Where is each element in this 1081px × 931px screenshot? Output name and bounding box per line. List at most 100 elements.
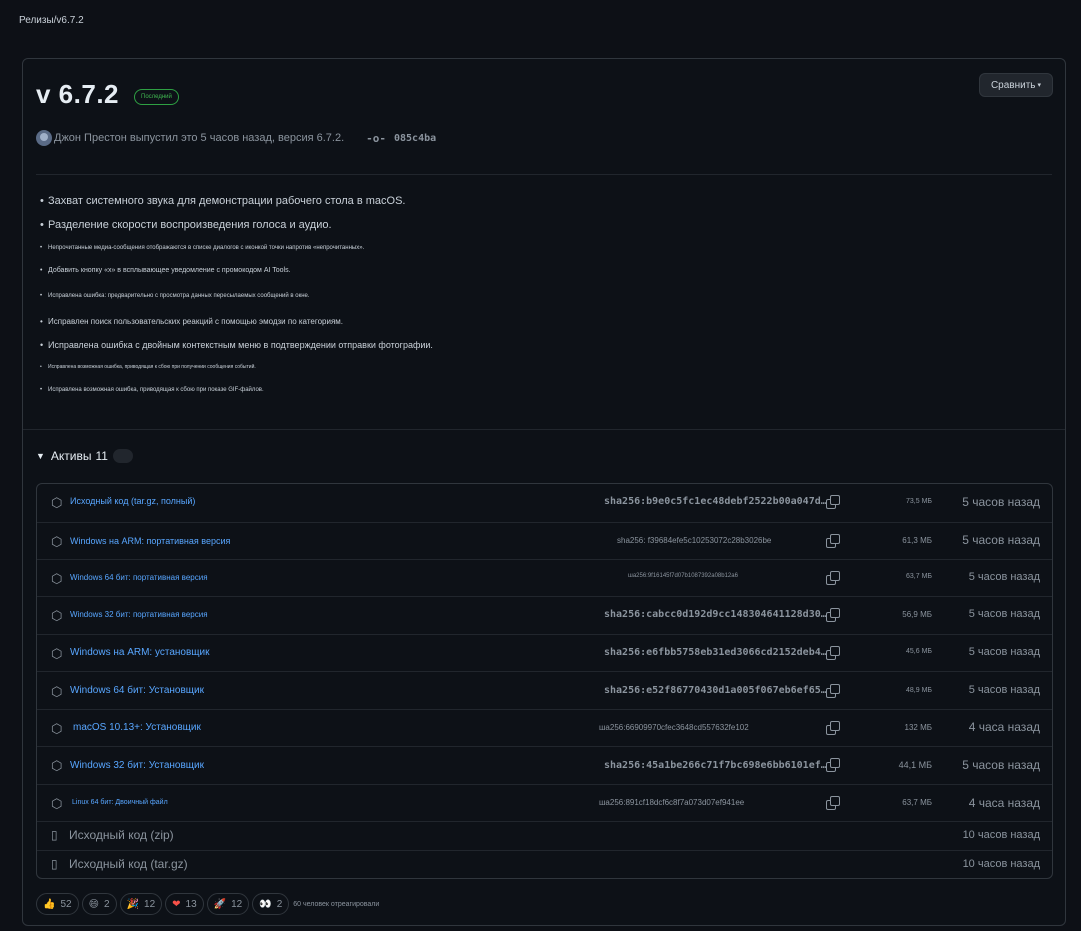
- commit-link[interactable]: -o- 085c4ba: [366, 132, 436, 145]
- asset-time: 5 часов назад: [968, 684, 1040, 696]
- copy-icon[interactable]: [826, 495, 840, 509]
- package-icon: ⬡: [51, 571, 63, 586]
- release-card: Сравнить ▾ v 6.7.2 Последний Джон Престо…: [22, 58, 1066, 926]
- asset-size: 63,7 МБ: [906, 573, 932, 580]
- asset-size: 44,1 МБ: [898, 760, 932, 770]
- compare-button[interactable]: Сравнить ▾: [979, 73, 1053, 97]
- asset-time: 10 часов назад: [962, 858, 1040, 870]
- latest-badge: Последний: [134, 89, 179, 105]
- asset-size: 132 МБ: [904, 723, 932, 732]
- zip-icon: ▯: [51, 857, 58, 871]
- asset-link[interactable]: Исходный код (tar.gz, полный): [70, 496, 195, 506]
- asset-time: 4 часа назад: [968, 796, 1040, 810]
- reaction-count: 52: [60, 898, 72, 910]
- asset-link[interactable]: Исходный код (zip): [69, 828, 174, 842]
- avatar[interactable]: [36, 130, 52, 146]
- asset-time: 5 часов назад: [962, 758, 1040, 772]
- copy-icon[interactable]: [826, 571, 840, 585]
- copy-icon[interactable]: [826, 758, 840, 772]
- asset-time: 4 часа назад: [968, 720, 1040, 734]
- laugh-icon: 😄: [88, 898, 100, 910]
- heart-icon: ❤: [172, 898, 181, 910]
- asset-row: ▯ Исходный код (zip) 10 часов назад: [37, 821, 1052, 850]
- reaction-count: 12: [231, 898, 243, 910]
- reactions-summary: 60 человек отреагировали: [293, 900, 380, 908]
- copy-icon[interactable]: [826, 721, 840, 735]
- package-icon: ⬡: [51, 495, 63, 510]
- tada-icon: 🎉: [126, 898, 140, 910]
- note-item: Разделение скорости воспроизведения голо…: [40, 219, 332, 231]
- reaction-laugh[interactable]: 😄 2: [81, 893, 117, 915]
- asset-size: 63,7 МБ: [902, 798, 932, 807]
- reaction-heart[interactable]: ❤ 13: [165, 893, 204, 915]
- package-icon: ⬡: [51, 758, 63, 773]
- asset-link[interactable]: macOS 10.13+: Установщик: [73, 722, 201, 733]
- asset-row: ⬡ Windows 32 бит: портативная версия sha…: [37, 596, 1052, 634]
- asset-sha: sha256:e6fbb5758eb31ed3066cd2152deb4…: [604, 647, 827, 658]
- package-icon: ⬡: [51, 684, 63, 699]
- asset-time: 5 часов назад: [968, 571, 1040, 583]
- asset-sha: ша256:891cf18dcf6c8f7a073d07ef941ee: [599, 798, 745, 807]
- chevron-down-icon: ▾: [1037, 82, 1042, 89]
- compare-label: Сравнить: [990, 79, 1036, 91]
- reaction-thumbs-up[interactable]: 👍 52: [36, 893, 79, 915]
- reactions-bar: 👍 52 😄 2 🎉 12 ❤ 13 🚀 12 👀 2 60 человек о…: [36, 893, 379, 915]
- asset-sha: sha256:45a1be266c71f7bc698e6bb6101ef…: [604, 760, 827, 771]
- asset-link[interactable]: Windows 64 бит: Установщик: [70, 685, 204, 696]
- package-icon: ⬡: [51, 721, 63, 736]
- reaction-count: 12: [144, 898, 156, 910]
- asset-row: ⬡ Linux 64 бит: Двоичный файл ша256:891c…: [37, 784, 1052, 821]
- zip-icon: ▯: [51, 828, 58, 842]
- assets-toggle[interactable]: ▼ Активы 11: [36, 449, 133, 463]
- asset-time: 5 часов назад: [962, 495, 1040, 509]
- assets-count-badge: [112, 449, 133, 463]
- asset-size: 48,9 МБ: [906, 687, 932, 694]
- copy-icon[interactable]: [826, 796, 840, 810]
- note-item: Исправлен поиск пользовательских реакций…: [40, 317, 343, 326]
- asset-link[interactable]: Windows 32 бит: Установщик: [70, 760, 204, 771]
- asset-time: 5 часов назад: [968, 646, 1040, 658]
- copy-icon[interactable]: [826, 646, 840, 660]
- reaction-eyes[interactable]: 👀 2: [252, 893, 290, 915]
- eyes-icon: 👀: [259, 898, 272, 910]
- triangle-down-icon: ▼: [36, 451, 45, 461]
- asset-row: ⬡ Windows 64 бит: портативная версия ша2…: [37, 559, 1052, 596]
- git-commit-icon: -o-: [366, 131, 386, 145]
- copy-icon[interactable]: [826, 684, 840, 698]
- reaction-tada[interactable]: 🎉 12: [119, 893, 163, 915]
- breadcrumb[interactable]: Релизы/v6.7.2: [19, 15, 84, 26]
- asset-time: 5 часов назад: [968, 608, 1040, 620]
- note-item: Непрочитанные медиа-сообщения отображают…: [40, 245, 364, 251]
- assets-count: 11: [95, 449, 108, 463]
- asset-sha: sha256: f39684efe5c10253072c28b3026be: [617, 536, 772, 545]
- divider: [36, 174, 1052, 175]
- copy-icon[interactable]: [826, 534, 840, 548]
- asset-row: ⬡ Windows 64 бит: Установщик sha256:e52f…: [37, 671, 1052, 709]
- asset-size: 61,3 МБ: [902, 536, 932, 545]
- assets-list: ⬡ Исходный код (tar.gz, полный) sha256:b…: [36, 483, 1053, 879]
- byline-text: Джон Престон выпустил это 5 часов назад,…: [54, 132, 345, 144]
- package-icon: ⬡: [51, 534, 63, 549]
- assets-label: Активы: [50, 449, 92, 463]
- asset-link[interactable]: Linux 64 бит: Двоичный файл: [72, 799, 168, 806]
- asset-row: ⬡ Windows на ARM: портативная версия sha…: [37, 522, 1052, 559]
- reaction-rocket[interactable]: 🚀 12: [206, 893, 250, 915]
- note-item: Исправлена возможная ошибка, приводящая …: [40, 364, 256, 370]
- asset-link[interactable]: Windows на ARM: портативная версия: [70, 536, 230, 546]
- asset-link[interactable]: Windows на ARM: установщик: [70, 647, 210, 658]
- package-icon: ⬡: [51, 608, 63, 623]
- asset-link[interactable]: Исходный код (tar.gz): [69, 857, 188, 871]
- note-item: Исправлена возможная ошибка, приводящая …: [40, 387, 264, 393]
- asset-size: 45,6 МБ: [906, 648, 932, 655]
- asset-sha: sha256:e52f86770430d1a005f067eb6ef65…: [604, 685, 827, 696]
- asset-size: 56,9 МБ: [902, 610, 932, 619]
- rocket-icon: 🚀: [213, 898, 227, 910]
- release-title[interactable]: v 6.7.2: [36, 79, 119, 110]
- asset-row: ⬡ Исходный код (tar.gz, полный) sha256:b…: [37, 484, 1052, 522]
- copy-icon[interactable]: [826, 608, 840, 622]
- asset-link[interactable]: Windows 32 бит: портативная версия: [70, 610, 208, 619]
- release-byline: Джон Престон выпустил это 5 часов назад,…: [36, 130, 436, 146]
- asset-time: 5 часов назад: [962, 533, 1040, 547]
- asset-link[interactable]: Windows 64 бит: портативная версия: [70, 573, 208, 582]
- thumbs-up-icon: 👍: [43, 898, 56, 910]
